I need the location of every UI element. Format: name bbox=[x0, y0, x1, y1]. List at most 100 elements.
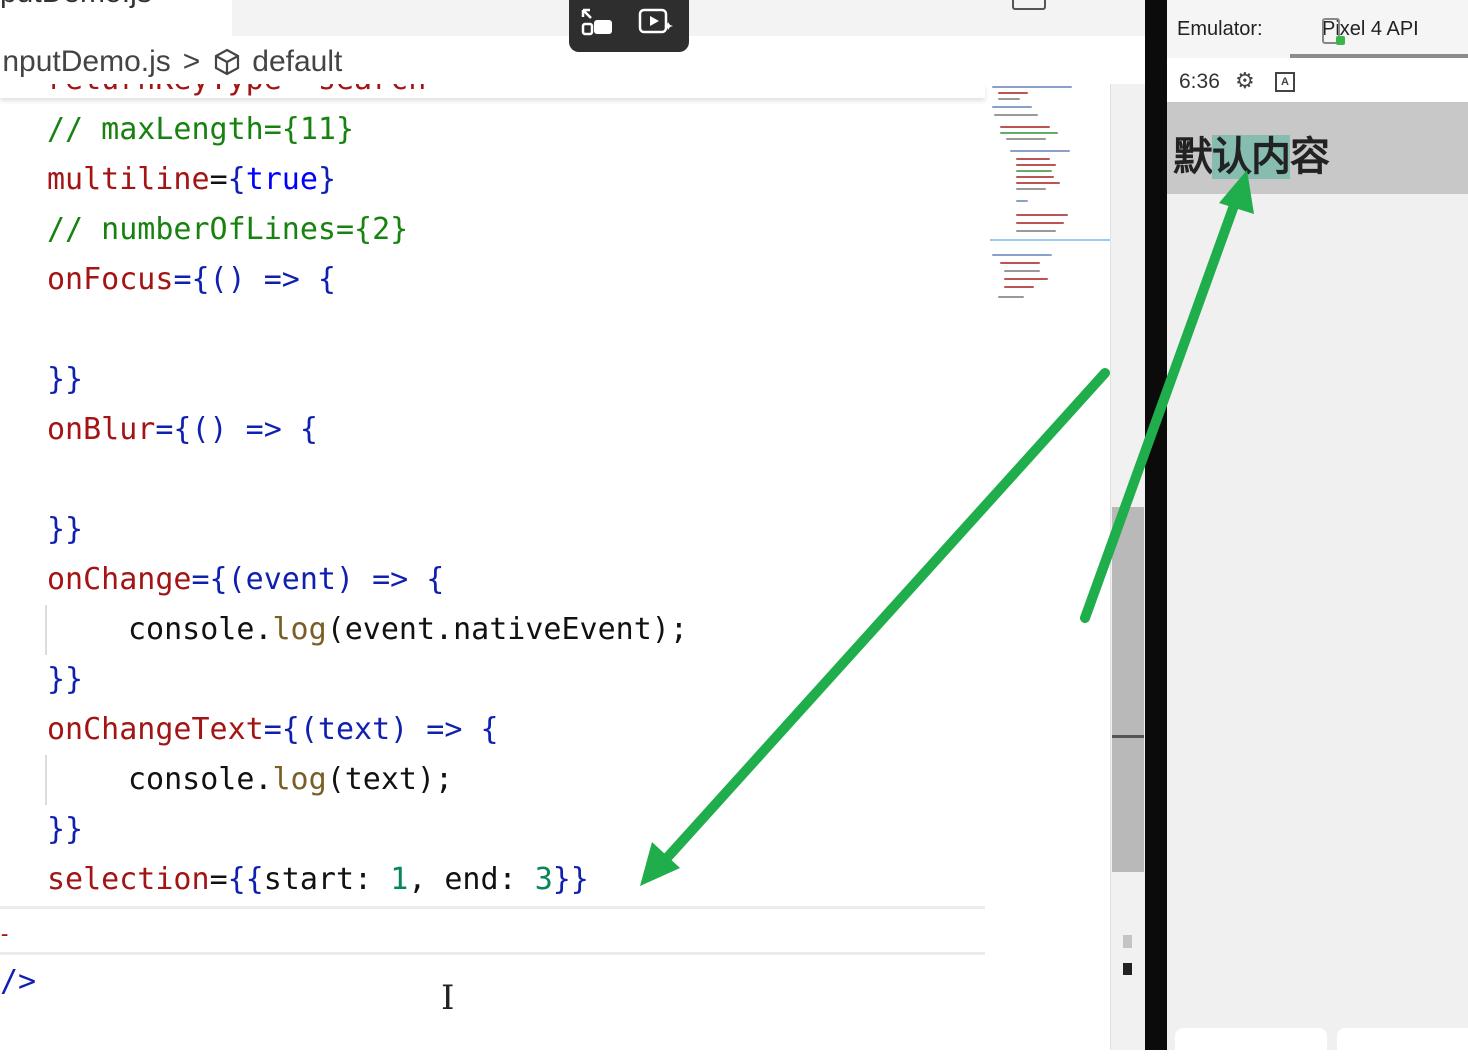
minimap-line bbox=[1016, 222, 1064, 224]
split-layout-icon[interactable] bbox=[1012, 0, 1046, 10]
code-line: }} bbox=[47, 655, 83, 705]
minimap-line bbox=[994, 114, 1038, 116]
minimap-line bbox=[992, 254, 1052, 256]
minimap-line bbox=[1004, 270, 1040, 272]
emulator-nav-button[interactable] bbox=[1337, 1028, 1468, 1058]
indent-guide bbox=[45, 755, 47, 805]
code-fragment: - bbox=[0, 922, 11, 947]
code-text: ={(text) => { bbox=[263, 712, 499, 747]
code-line: }} bbox=[47, 505, 83, 555]
brace: }} bbox=[47, 512, 84, 547]
attribute-name: onChange bbox=[47, 562, 192, 597]
code-text: ={(event) => { bbox=[191, 562, 445, 597]
breadcrumb-symbol[interactable]: default bbox=[252, 45, 342, 79]
emulator-toolbar: Emulator: Pixel 4 API bbox=[1167, 0, 1468, 58]
brace: }} bbox=[47, 362, 84, 397]
attribute-name: onBlur bbox=[47, 412, 156, 447]
editor-tab-active[interactable]: putDemo.js × bbox=[0, 0, 232, 36]
text-input[interactable]: 默认内容 bbox=[1167, 102, 1468, 194]
code-line: }} bbox=[47, 805, 83, 855]
selected-text: 认内 bbox=[1212, 135, 1291, 179]
code-text: ={() => { bbox=[155, 412, 318, 447]
brace: }} bbox=[47, 812, 84, 847]
code-line: onChange={(event) => { bbox=[47, 555, 444, 605]
scrollbar-marker bbox=[1123, 935, 1132, 948]
exit-fullscreen-icon[interactable] bbox=[580, 6, 616, 38]
brace: }} bbox=[552, 862, 589, 897]
minimap-line bbox=[1016, 182, 1060, 184]
minimap-line bbox=[1016, 164, 1056, 166]
minimap-line bbox=[1006, 138, 1046, 140]
function-name: log bbox=[272, 612, 327, 647]
device-running-icon bbox=[1336, 36, 1345, 45]
emulator-label: Emulator: bbox=[1177, 18, 1263, 40]
code-line: onBlur={() => { bbox=[47, 405, 318, 455]
app-screen bbox=[1167, 102, 1468, 1050]
notification-a-icon: A bbox=[1275, 72, 1295, 92]
minimap-viewport-highlight bbox=[990, 239, 1110, 241]
minimap-line bbox=[992, 86, 1072, 88]
minimap-line bbox=[998, 296, 1024, 298]
call-args: (event.nativeEvent); bbox=[326, 612, 688, 647]
property-key: start: bbox=[263, 862, 373, 897]
minimap-line bbox=[1010, 150, 1070, 152]
pane-divider[interactable] bbox=[1145, 0, 1167, 1050]
operator: , bbox=[408, 862, 427, 897]
minimap-line bbox=[1016, 200, 1028, 202]
text-before-selection: 默 bbox=[1173, 135, 1213, 179]
code-line: onChangeText={(text) => { bbox=[47, 705, 499, 755]
code-line: selection={{start: 1, end: 3}} bbox=[47, 855, 589, 905]
minimap-line bbox=[1016, 214, 1068, 216]
indent-guide bbox=[45, 605, 47, 655]
minimap-line bbox=[1016, 158, 1050, 160]
object-name: console. bbox=[128, 762, 273, 797]
brace: }} bbox=[47, 662, 84, 697]
code-line: multiline={true} bbox=[47, 155, 336, 205]
minimap-line bbox=[1004, 286, 1034, 288]
minimap-line bbox=[992, 106, 1032, 108]
text-input-value: 默认内容 bbox=[1173, 124, 1330, 182]
android-status-bar: 6:36 ⚙ A bbox=[1167, 58, 1468, 102]
line-highlight-border bbox=[0, 952, 985, 955]
tab-filename: putDemo.js bbox=[0, 0, 152, 10]
minimap-line bbox=[1016, 230, 1056, 232]
minimap-line bbox=[998, 92, 1028, 94]
scrollbar-thumb[interactable] bbox=[1112, 507, 1144, 872]
minimap[interactable] bbox=[990, 84, 1110, 314]
property-key: end: bbox=[444, 862, 517, 897]
comment-text: // numberOfLines={2} bbox=[47, 212, 409, 247]
status-time: 6:36 bbox=[1179, 70, 1220, 93]
attribute-name: multiline bbox=[47, 162, 210, 197]
code-editor[interactable]: // maxLength={11} multiline={true} // nu… bbox=[0, 84, 1110, 1050]
text-after-selection: 容 bbox=[1290, 135, 1330, 179]
video-effects-icon[interactable] bbox=[638, 6, 674, 38]
brace: } bbox=[317, 162, 336, 197]
code-line: // maxLength={11} bbox=[47, 105, 354, 155]
attribute-name: onChangeText bbox=[47, 712, 264, 747]
operator: = bbox=[209, 862, 228, 897]
line-highlight-border bbox=[0, 906, 985, 909]
minimap-line bbox=[1016, 170, 1052, 172]
keyword: true bbox=[245, 162, 318, 197]
emulator-nav-button[interactable] bbox=[1175, 1028, 1327, 1058]
brace: { bbox=[227, 162, 246, 197]
object-name: console. bbox=[128, 612, 273, 647]
minimap-line bbox=[1004, 278, 1048, 280]
minimap-line bbox=[998, 98, 1020, 100]
function-name: log bbox=[272, 762, 327, 797]
attribute-name: onFocus bbox=[47, 262, 174, 297]
minimap-line bbox=[1000, 126, 1050, 128]
breadcrumb-file[interactable]: InputDemo.js bbox=[0, 45, 171, 79]
symbol-cube-icon bbox=[215, 48, 240, 76]
breadcrumb-separator: > bbox=[182, 45, 201, 78]
tab-close-icon[interactable]: × bbox=[185, 0, 201, 4]
attribute-name: selection bbox=[47, 862, 210, 897]
minimap-line bbox=[1016, 188, 1046, 190]
code-text: ={() => { bbox=[173, 262, 336, 297]
text-cursor-icon: I bbox=[441, 978, 455, 1018]
gear-icon: ⚙ bbox=[1235, 68, 1255, 93]
code-line: console.log(text); bbox=[128, 755, 453, 805]
brace: {{ bbox=[227, 862, 264, 897]
breadcrumb: InputDemo.js > default bbox=[0, 40, 1000, 84]
call-args: (text); bbox=[326, 762, 454, 797]
